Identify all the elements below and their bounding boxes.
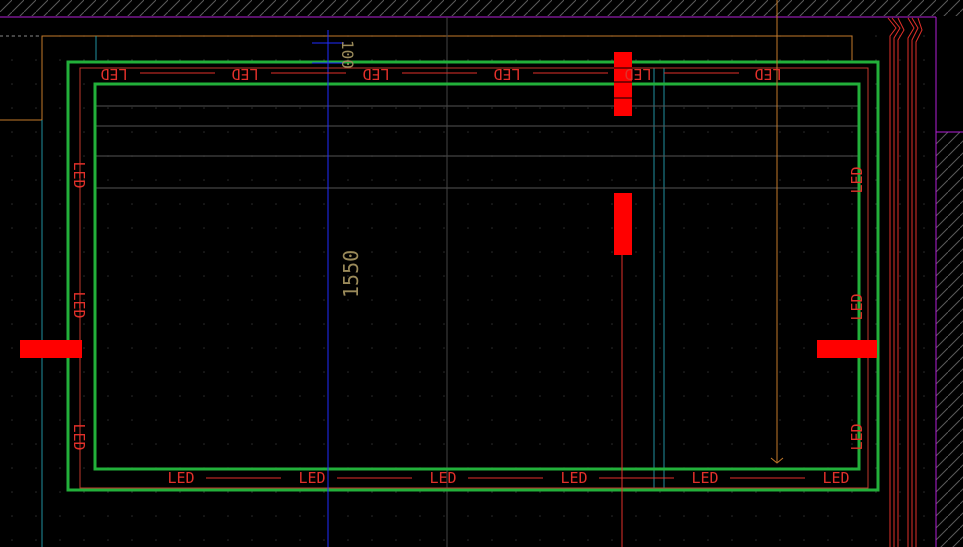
dimension-text-100: 100 [338,40,357,69]
led-label-left: LED [70,423,88,450]
led-label-left: LED [70,161,88,188]
led-label-left: LED [70,291,88,318]
led-label-top: LED [362,65,389,83]
led-label-bottom: LED [298,469,325,487]
dimension-text-1550: 1550 [339,250,363,298]
marker-top-center [614,52,632,116]
led-label-bottom: LED [167,469,194,487]
led-label-top: LED [624,65,651,83]
marker-right [817,340,877,358]
led-label-bottom: LED [560,469,587,487]
wall-hatch-right [936,132,963,547]
wall-hatch-top [0,0,963,16]
led-label-right: LED [848,423,866,450]
led-label-top: LED [754,65,781,83]
led-label-right: LED [848,166,866,193]
marker-left [20,340,82,358]
wall-hatch-right-top [936,16,963,132]
marker-mid-center [614,193,632,255]
led-label-top: LED [493,65,520,83]
led-label-bottom: LED [822,469,849,487]
led-label-top: LED [100,65,127,83]
led-label-right: LED [848,293,866,320]
cad-drawing-canvas[interactable]: LED LED LED LED LED LED LED LED LED LED LED LED LED L… [0,0,963,547]
led-label-bottom: LED [691,469,718,487]
led-label-top: LED [231,65,258,83]
led-label-bottom: LED [429,469,456,487]
